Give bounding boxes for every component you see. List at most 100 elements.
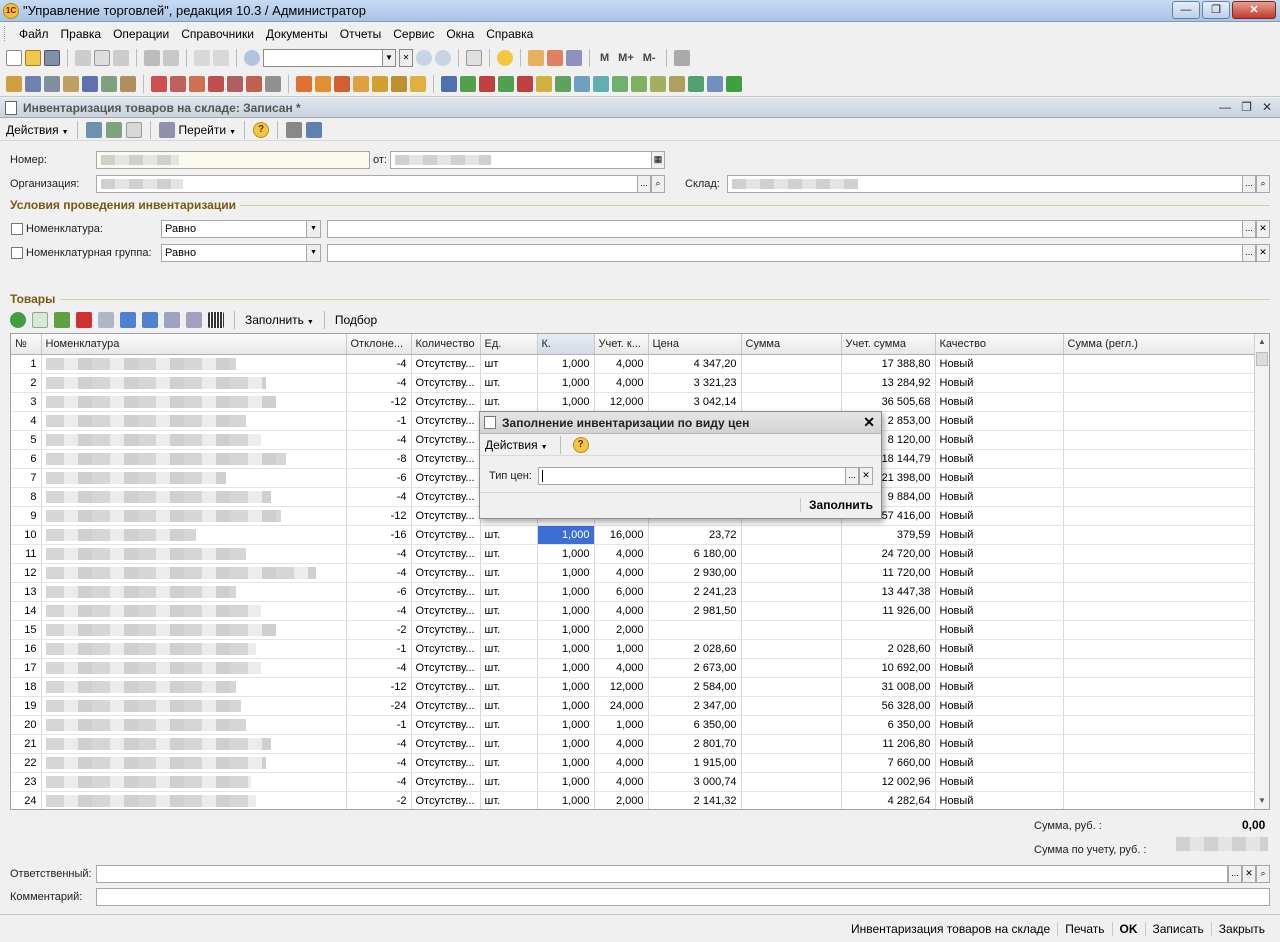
row-nomenclature[interactable] — [41, 734, 347, 754]
row-nomenclature[interactable] — [41, 449, 347, 469]
table-scrollbar[interactable]: ▲ ▼ — [1254, 334, 1269, 809]
row-coefficient[interactable]: 1,000 — [537, 772, 595, 792]
row-coefficient[interactable]: 1,000 — [537, 791, 595, 809]
row-unit[interactable]: шт. — [480, 392, 538, 412]
warehouse-icon[interactable] — [372, 75, 388, 92]
price-type-clear-icon[interactable]: ✕ — [859, 467, 873, 485]
nomenclature-clear-icon[interactable]: ✕ — [1256, 220, 1270, 238]
warehouse-search-icon[interactable]: ⌕ — [1256, 175, 1270, 193]
row-number[interactable]: 6 — [11, 449, 42, 469]
col-unit[interactable]: Ед. — [480, 334, 538, 355]
table-row[interactable]: 22 -4 Отсутству... шт. 1,000 4,000 1 915,00 7 6… — [11, 753, 1256, 773]
table-row[interactable]: 11 -4 Отсутству... шт. 1,000 4,000 6 180,00 24 … — [11, 544, 1256, 564]
row-quantity[interactable]: Отсутству... — [411, 715, 481, 735]
menu-documents[interactable]: Документы — [260, 27, 334, 41]
invoice-in-icon[interactable] — [227, 75, 243, 92]
row-sum-regl[interactable] — [1063, 563, 1256, 583]
menu-service[interactable]: Сервис — [387, 27, 440, 41]
actions-dropdown[interactable]: Действия ▼ — [6, 123, 69, 137]
row-account-sum[interactable]: 11 720,00 — [841, 563, 936, 583]
table-row[interactable]: 14 -4 Отсутству... шт. 1,000 4,000 2 981,50 11 … — [11, 601, 1256, 621]
row-price[interactable]: 2 801,70 — [648, 734, 742, 754]
responsible-search-icon[interactable]: ⌕ — [1256, 865, 1270, 883]
row-nomenclature[interactable] — [41, 601, 347, 621]
row-coefficient[interactable]: 1,000 — [537, 715, 595, 735]
doc-close-icon[interactable]: ✕ — [1262, 100, 1272, 114]
row-quality[interactable]: Новый — [935, 506, 1064, 526]
maximize-button[interactable]: ❐ — [1202, 1, 1230, 19]
row-number[interactable]: 24 — [11, 791, 42, 809]
chart-icon[interactable] — [120, 75, 136, 92]
row-deviation[interactable]: -8 — [346, 449, 412, 469]
based-on-icon[interactable] — [158, 121, 175, 138]
close-window-button[interactable]: ✕ — [1232, 1, 1276, 19]
row-price[interactable]: 2 028,60 — [648, 639, 742, 659]
table-row[interactable]: 12 -4 Отсутству... шт. 1,000 4,000 2 930,00 11 … — [11, 563, 1256, 583]
row-unit[interactable]: шт. — [480, 734, 538, 754]
row-deviation[interactable]: -1 — [346, 715, 412, 735]
row-unit[interactable]: шт. — [480, 696, 538, 716]
row-account-qty[interactable]: 12,000 — [594, 392, 649, 412]
row-price[interactable]: 3 042,14 — [648, 392, 742, 412]
row-account-qty[interactable]: 4,000 — [594, 753, 649, 773]
row-quantity[interactable]: Отсутству... — [411, 753, 481, 773]
price-type-field[interactable] — [538, 467, 846, 485]
col-quality[interactable]: Качество — [935, 334, 1064, 355]
save-row-icon[interactable] — [98, 312, 114, 328]
row-sum-regl[interactable] — [1063, 525, 1256, 545]
people-icon[interactable] — [82, 75, 98, 92]
bank-icon[interactable] — [441, 75, 457, 92]
row-number[interactable]: 13 — [11, 582, 42, 602]
structure-icon[interactable] — [286, 121, 303, 138]
row-account-sum[interactable]: 4 282,64 — [841, 791, 936, 809]
row-unit[interactable]: шт. — [480, 658, 538, 678]
printer-list-icon[interactable] — [44, 75, 60, 92]
table-row[interactable]: 16 -1 Отсутству... шт. 1,000 1,000 2 028,60 2 0… — [11, 639, 1256, 659]
calculator-icon[interactable] — [528, 50, 544, 66]
refresh-icon[interactable] — [105, 121, 122, 138]
calc-table-icon[interactable] — [101, 75, 117, 92]
row-quantity[interactable]: Отсутству... — [411, 449, 481, 469]
row-nomenclature[interactable] — [41, 791, 347, 809]
row-nomenclature[interactable] — [41, 506, 347, 526]
row-deviation[interactable]: -4 — [346, 354, 412, 374]
row-account-qty[interactable]: 4,000 — [594, 354, 649, 374]
scroll-thumb[interactable] — [1256, 352, 1268, 366]
row-sum-regl[interactable] — [1063, 639, 1256, 659]
row-quality[interactable]: Новый — [935, 620, 1064, 640]
scroll-up-icon[interactable]: ▲ — [1255, 334, 1269, 350]
organization-field[interactable] — [96, 175, 638, 193]
row-sum-regl[interactable] — [1063, 658, 1256, 678]
col-deviation[interactable]: Отклоне... — [346, 334, 412, 355]
book-icon[interactable] — [6, 75, 22, 92]
table-row[interactable]: 21 -4 Отсутству... шт. 1,000 4,000 2 801,70 11 … — [11, 734, 1256, 754]
row-price[interactable]: 2 584,00 — [648, 677, 742, 697]
row-sum[interactable] — [741, 791, 842, 809]
cash-out-icon[interactable] — [517, 75, 533, 92]
goods-move-icon[interactable] — [353, 75, 369, 92]
row-unit[interactable]: шт. — [480, 601, 538, 621]
row-quality[interactable]: Новый — [935, 734, 1064, 754]
row-price[interactable]: 4 347,20 — [648, 354, 742, 374]
sync-icon[interactable] — [593, 75, 609, 92]
row-nomenclature[interactable] — [41, 392, 347, 412]
row-number[interactable]: 7 — [11, 468, 42, 488]
row-sum[interactable] — [741, 563, 842, 583]
row-coefficient[interactable]: 1,000 — [537, 639, 595, 659]
row-unit[interactable]: шт. — [480, 753, 538, 773]
search-combo-dropdown-icon[interactable]: ▼ — [382, 49, 396, 67]
memory-plus-button[interactable]: M+ — [615, 52, 637, 64]
doc-restore-icon[interactable]: ❐ — [1241, 100, 1252, 114]
row-number[interactable]: 2 — [11, 373, 42, 393]
row-deviation[interactable]: -4 — [346, 373, 412, 393]
row-quantity[interactable]: Отсутству... — [411, 430, 481, 450]
row-deviation[interactable]: -1 — [346, 639, 412, 659]
row-quality[interactable]: Новый — [935, 772, 1064, 792]
row-quantity[interactable]: Отсутству... — [411, 506, 481, 526]
order-in-icon[interactable] — [170, 75, 186, 92]
row-price[interactable]: 2 241,23 — [648, 582, 742, 602]
row-quality[interactable]: Новый — [935, 715, 1064, 735]
row-quality[interactable]: Новый — [935, 354, 1064, 374]
row-sum[interactable] — [741, 696, 842, 716]
row-nomenclature[interactable] — [41, 753, 347, 773]
